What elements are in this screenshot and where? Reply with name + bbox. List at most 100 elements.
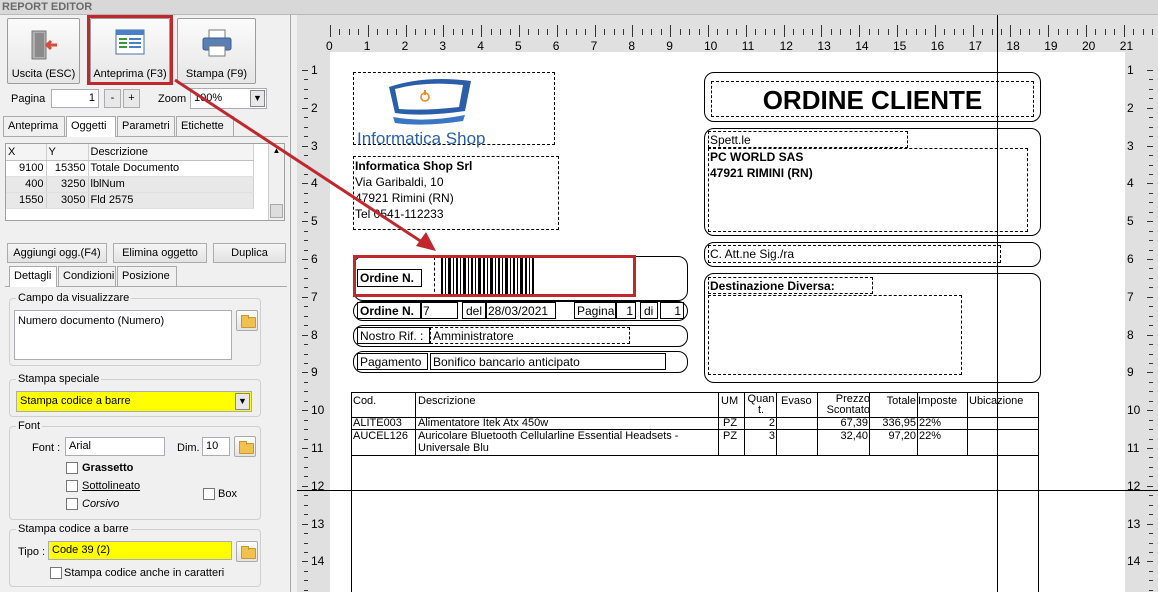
grid-cell[interactable]: Totale Documento: [88, 160, 254, 177]
print-chars-checkbox[interactable]: [50, 567, 62, 579]
ruler-number: 1: [311, 63, 318, 77]
ruler-tick: [755, 29, 757, 35]
ruler-tick: [547, 29, 549, 35]
special-print-select[interactable]: Stampa codice a barre ▼: [16, 391, 252, 412]
grid-header-y[interactable]: Y: [46, 144, 89, 161]
box-checkbox[interactable]: [203, 488, 215, 500]
destination-box[interactable]: [708, 295, 962, 375]
zoom-select[interactable]: 100% ▼: [190, 88, 267, 109]
page-minus-button[interactable]: -: [104, 89, 121, 108]
field-display[interactable]: Numero documento (Numero): [14, 310, 232, 360]
ruler-tick: [1149, 589, 1153, 591]
ruler-tick: [481, 25, 483, 37]
ruler-tick: [1147, 448, 1153, 449]
barcode-type-input[interactable]: Code 39 (2): [48, 541, 232, 560]
dim-input[interactable]: 10: [202, 437, 230, 456]
grid-header-desc[interactable]: Descrizione: [88, 144, 254, 161]
ruler-tick: [1152, 29, 1154, 35]
ruler-number: 7: [1127, 289, 1134, 304]
chevron-down-icon[interactable]: ▼: [235, 393, 250, 410]
font-input[interactable]: Arial: [65, 437, 165, 456]
italic-label: Corsivo: [82, 498, 120, 510]
row-desc-line2: Universale Blu: [418, 442, 489, 454]
payment-label-box[interactable]: Pagamento: [357, 353, 428, 370]
ref-label-box[interactable]: Nostro Rif. :: [357, 327, 430, 344]
folder-icon[interactable]: [236, 310, 258, 331]
italic-checkbox[interactable]: [66, 498, 78, 510]
vertical-guide[interactable]: [997, 15, 998, 592]
ruler-tick: [302, 107, 308, 109]
delete-object-button[interactable]: Elimina oggetto: [113, 243, 207, 263]
scroll-up-icon[interactable]: ▲: [269, 144, 284, 158]
grid-cell[interactable]: Fld 2575: [88, 192, 254, 209]
ref-value-box[interactable]: Amministratore: [430, 327, 630, 344]
grid-cell[interactable]: 1550: [6, 192, 47, 209]
horizontal-guide[interactable]: [297, 490, 1158, 491]
page-label: Pagina: [11, 93, 46, 105]
exit-button[interactable]: Uscita (ESC): [7, 18, 80, 84]
report-page[interactable]: Informatica Shop Informatica Shop Srl Vi…: [330, 52, 1125, 592]
ruler-tick: [897, 25, 898, 37]
grid-scrollbar[interactable]: ▲: [268, 144, 284, 220]
field-group-title: Campo da visualizzare: [16, 292, 132, 304]
tab-parametri[interactable]: Parametri: [117, 116, 175, 136]
chevron-down-icon[interactable]: ▼: [250, 90, 265, 107]
ruler-tick: [736, 29, 738, 35]
order-of-box[interactable]: 1: [660, 302, 684, 319]
ruler-tick: [415, 29, 417, 35]
order-page-box[interactable]: 1: [616, 302, 636, 319]
folder-icon[interactable]: [234, 436, 256, 457]
detail-tabs: Dettagli Condizioni Posizione: [9, 266, 289, 288]
company-box[interactable]: Informatica Shop Srl Via Garibaldi, 10 4…: [353, 156, 559, 230]
scroll-thumb[interactable]: [270, 204, 283, 218]
order-date-box[interactable]: 28/03/2021: [486, 302, 556, 319]
add-object-button[interactable]: Aggiungi ogg.(F4): [7, 243, 107, 263]
destination-label-box[interactable]: Destinazione Diversa:: [708, 277, 873, 294]
table-row[interactable]: 1550 3050 Fld 2575: [6, 192, 254, 209]
order-del-box[interactable]: del: [462, 302, 486, 319]
ruler-tick: [1123, 25, 1125, 37]
tab-oggetti[interactable]: Oggetti: [66, 116, 116, 137]
table-row[interactable]: 400 3250 lblNum: [6, 176, 254, 193]
items-table[interactable]: Cod. Descrizione UM Quan t. Evaso Prezzo…: [351, 392, 1039, 592]
grid-cell[interactable]: 9100: [6, 160, 47, 177]
objects-grid[interactable]: X Y Descrizione 9100 15350 Totale Docume…: [5, 143, 285, 221]
table-row[interactable]: 9100 15350 Totale Documento: [6, 160, 254, 177]
order-number-box[interactable]: 7: [421, 302, 458, 319]
bold-checkbox[interactable]: [66, 462, 78, 474]
attn-box[interactable]: C. Att.ne Sig./ra: [708, 245, 1001, 263]
payment-value-box[interactable]: Bonifico bancario anticipato: [430, 353, 666, 370]
ruler-tick: [1149, 192, 1153, 194]
underline-checkbox[interactable]: [66, 480, 78, 492]
logo-box[interactable]: Informatica Shop: [353, 72, 555, 148]
grid-cell[interactable]: lblNum: [88, 176, 254, 193]
folder-icon[interactable]: [236, 541, 258, 562]
tab-posizione[interactable]: Posizione: [117, 266, 177, 286]
grid-cell[interactable]: 3250: [46, 176, 89, 193]
order-page-label-box[interactable]: Pagina: [574, 302, 616, 319]
ruler-tick: [304, 306, 308, 308]
grid-cell[interactable]: 3050: [46, 192, 89, 209]
report-canvas[interactable]: 0 1 2 3 4 5 6 7 8 9 10 11 12 13 14 15 16 17 18 19 20 21 12345…: [297, 15, 1158, 592]
title-box[interactable]: ORDINE CLIENTE: [711, 81, 1034, 117]
page-input[interactable]: 1: [51, 89, 99, 108]
tab-dettagli[interactable]: Dettagli: [9, 266, 57, 287]
print-button[interactable]: Stampa (F9): [177, 18, 256, 84]
recipient-label-box[interactable]: Spett.le: [708, 131, 908, 148]
ref-label: Nostro Rif. :: [360, 329, 424, 343]
page-plus-button[interactable]: +: [123, 89, 140, 108]
ruler-tick: [304, 391, 308, 393]
tab-etichette[interactable]: Etichette: [176, 116, 234, 136]
grid-cell[interactable]: 15350: [46, 160, 89, 177]
tab-anteprima[interactable]: Anteprima: [3, 116, 65, 136]
order-label-box[interactable]: Ordine N.: [357, 302, 421, 319]
grid-header-x[interactable]: X: [6, 144, 47, 161]
ruler-number: 4: [477, 39, 484, 53]
ruler-tick: [1149, 325, 1153, 327]
recipient-box[interactable]: PC WORLD SAS 47921 RIMINI (RN): [708, 148, 1028, 232]
special-print-value: Stampa codice a barre: [20, 395, 131, 407]
grid-cell[interactable]: 400: [6, 176, 47, 193]
duplicate-button[interactable]: Duplica: [213, 243, 286, 263]
tab-condizioni[interactable]: Condizioni: [58, 266, 116, 286]
order-of-label-box[interactable]: di: [640, 302, 658, 319]
